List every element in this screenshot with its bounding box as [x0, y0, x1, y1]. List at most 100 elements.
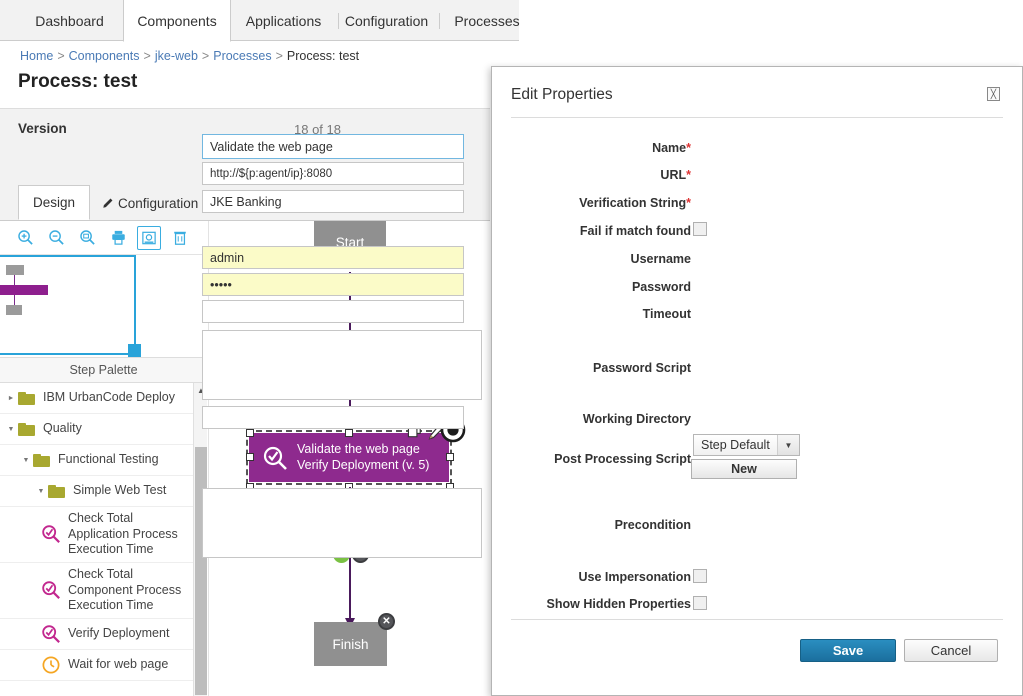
breadcrumb-item-components[interactable]: Components [69, 49, 140, 63]
delete-icon[interactable] [168, 226, 192, 250]
nav-tab-configuration[interactable]: Configuration [336, 0, 437, 41]
url-input[interactable] [202, 162, 464, 185]
resize-handle-e[interactable] [446, 453, 454, 461]
close-icon[interactable]: ╳ [987, 87, 1000, 101]
breadcrumb-separator: > [201, 49, 210, 63]
password-input[interactable] [202, 273, 464, 296]
palette-step[interactable]: Wait for web page [0, 650, 193, 681]
palette-item-label: Check Total Application Process Executio… [68, 511, 178, 557]
page-title: Process: test [18, 71, 138, 92]
breadcrumb: Home > Components > jke-web > Processes > Proces… [20, 49, 359, 63]
breadcrumb-item-jke-web[interactable]: jke-web [155, 49, 198, 63]
tab-design[interactable]: Design [18, 185, 91, 220]
label-verification-string-text: Verification String [579, 196, 687, 210]
minimap-selected-node [0, 285, 48, 295]
palette-item-label: Functional Testing [58, 452, 159, 467]
post-processing-script-select[interactable]: Step Default ▼ [693, 434, 800, 456]
nav-tab-dashboard[interactable]: Dashboard [16, 0, 123, 41]
nav-tab-label: Dashboard [35, 12, 104, 29]
verification-string-input[interactable] [202, 190, 464, 213]
breadcrumb-separator: > [275, 49, 283, 63]
zoom-in-icon[interactable] [13, 226, 37, 250]
resize-handle-w[interactable] [246, 453, 254, 461]
node-step-line1: Validate the web page [297, 441, 420, 456]
step-palette-list: ► IBM UrbanCode Deploy ▼ Quality ▼ Functional… [0, 383, 193, 696]
nav-tab-label: Configuration [344, 12, 429, 29]
palette-item-label: IBM UrbanCode Deploy [43, 390, 176, 405]
minimap-resize-handle[interactable] [128, 344, 141, 357]
fail-if-match-found-checkbox[interactable] [693, 222, 707, 236]
save-button[interactable]: Save [800, 639, 896, 662]
palette-folder[interactable]: ► IBM UrbanCode Deploy [0, 383, 193, 414]
precondition-textarea[interactable] [202, 488, 482, 558]
palette-step[interactable]: Verify Deployment [0, 619, 193, 650]
chevron-down-icon[interactable]: ▼ [19, 457, 33, 464]
palette-header: Step Palette [0, 357, 207, 383]
magnifier-check-icon [262, 445, 288, 471]
palette-folder[interactable]: ▼ Simple Web Test [0, 476, 193, 507]
label-working-directory: Working Directory [582, 412, 691, 426]
dialog-divider-top [511, 117, 1003, 118]
node-step-labels: Validate the web page Verify Deployment … [297, 442, 429, 473]
chevron-down-icon[interactable]: ▼ [4, 426, 18, 433]
breadcrumb-item-process-test: Process: test [286, 49, 360, 63]
nav-tab-label: Components [137, 12, 217, 29]
label-password: Password [631, 280, 691, 294]
diagram-minimap[interactable] [0, 255, 136, 355]
nav-tab-processes[interactable]: Processes [437, 0, 537, 41]
palette-folder[interactable]: ▼ Quality [0, 414, 193, 445]
chevron-right-icon[interactable]: ► [4, 395, 18, 402]
name-input[interactable] [202, 134, 464, 159]
new-script-button[interactable]: New [691, 459, 797, 479]
label-username: Username [630, 252, 691, 266]
palette-item-label: Quality [43, 421, 82, 436]
label-name: Name* [652, 141, 691, 155]
folder-icon [18, 391, 36, 405]
label-fail-if-match-found: Fail if match found [579, 224, 691, 238]
palette-folder[interactable]: ▼ Functional Testing [0, 445, 193, 476]
folder-icon [18, 422, 36, 436]
chevron-down-icon[interactable]: ▼ [34, 488, 48, 495]
finish-delete-button[interactable]: ✕ [378, 613, 395, 630]
print-icon[interactable] [106, 226, 130, 250]
password-script-textarea[interactable] [202, 330, 482, 400]
topnav-tabs: Dashboard Components Applications Configura… [0, 0, 1023, 42]
chevron-down-icon: ▼ [777, 435, 799, 455]
label-verification-string: Verification String* [579, 196, 691, 210]
label-password-script: Password Script [593, 361, 691, 375]
nav-tab-applications[interactable]: Applications [231, 0, 336, 41]
working-directory-input[interactable] [202, 406, 464, 429]
post-processing-script-value: Step Default [701, 438, 770, 452]
resize-handle-nw[interactable] [246, 429, 254, 437]
label-use-impersonation: Use Impersonation [578, 570, 691, 584]
label-url: URL* [660, 168, 691, 182]
folder-icon [33, 453, 51, 467]
palette-step[interactable]: Check Total Application Process Executio… [0, 507, 193, 563]
palette-item-label: Verify Deployment [68, 625, 170, 640]
scrollbar-thumb[interactable] [195, 447, 207, 695]
timeout-input[interactable] [202, 300, 464, 323]
zoom-out-icon[interactable] [44, 226, 68, 250]
breadcrumb-separator: > [143, 49, 151, 63]
top-navigation: Dashboard Components Applications Configura… [0, 0, 1023, 42]
nav-tab-components[interactable]: Components [123, 0, 231, 42]
resize-handle-n[interactable] [345, 429, 353, 437]
zoom-fit-icon[interactable] [75, 226, 99, 250]
node-step-line2: Verify Deployment (v. 5) [297, 457, 430, 472]
cancel-button[interactable]: Cancel [904, 639, 998, 662]
folder-icon [48, 484, 66, 498]
node-finish[interactable]: Finish [314, 622, 387, 666]
show-hidden-properties-checkbox[interactable] [693, 596, 707, 610]
username-input[interactable] [202, 246, 464, 269]
magnifier-check-icon [40, 580, 62, 600]
tab-configuration[interactable]: Configuration [88, 186, 212, 220]
breadcrumb-item-processes[interactable]: Processes [213, 49, 271, 63]
palette-item-label: Wait for web page [68, 656, 169, 671]
palette-step[interactable]: Check Total Component Process Execution … [0, 563, 193, 619]
minimap-start-node [6, 265, 24, 275]
palette-item-label: Check Total Component Process Execution … [68, 566, 182, 613]
use-impersonation-checkbox[interactable] [693, 569, 707, 583]
breadcrumb-item-home[interactable]: Home [20, 49, 53, 63]
required-mark-verification: * [686, 196, 691, 210]
snapshot-icon[interactable] [137, 225, 161, 250]
